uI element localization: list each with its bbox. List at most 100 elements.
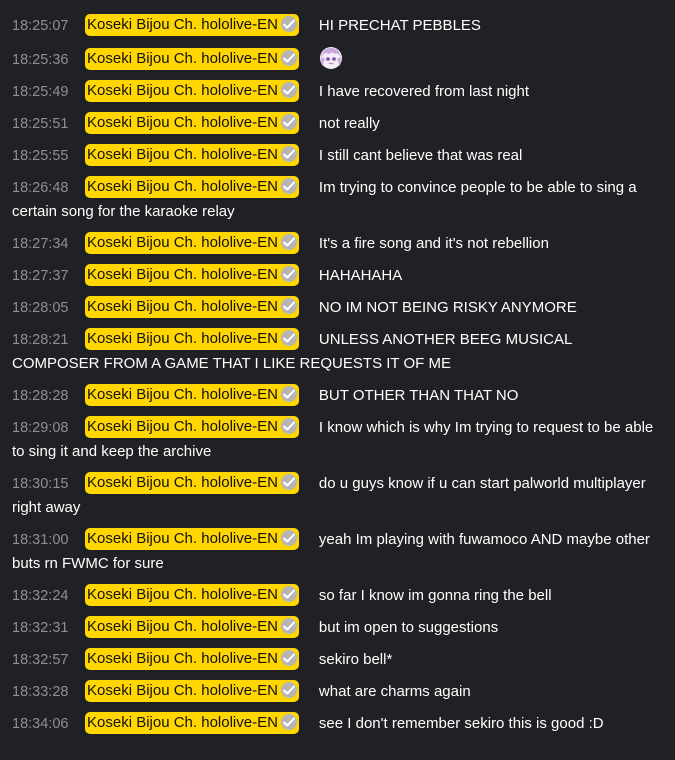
message-text: HAHAHAHA [318, 267, 403, 284]
message-timestamp: 18:31:00 [12, 532, 69, 548]
author-name-label: Koseki Bijou Ch. hololive-EN [87, 650, 278, 667]
chat-message: 18:32:57 Koseki Bijou Ch. hololive-EN seki… [12, 648, 663, 672]
chat-message: 18:27:34 Koseki Bijou Ch. hololive-EN It's… [12, 232, 663, 256]
verified-check-icon [280, 82, 297, 98]
author-name[interactable]: Koseki Bijou Ch. hololive-EN [85, 472, 299, 494]
bijou-face-emote [319, 46, 343, 70]
verified-check-icon [280, 16, 297, 32]
message-text: HI PRECHAT PEBBLES [318, 17, 481, 34]
author-name-label: Koseki Bijou Ch. hololive-EN [87, 474, 278, 491]
message-timestamp: 18:28:28 [12, 388, 69, 404]
verified-check-icon [280, 682, 297, 698]
message-timestamp: 18:29:08 [12, 420, 69, 436]
author-name[interactable]: Koseki Bijou Ch. hololive-EN [85, 296, 299, 318]
author-name[interactable]: Koseki Bijou Ch. hololive-EN [85, 416, 299, 438]
message-timestamp: 18:33:28 [12, 684, 69, 700]
author-name[interactable]: Koseki Bijou Ch. hololive-EN [85, 384, 299, 406]
author-name[interactable]: Koseki Bijou Ch. hololive-EN [85, 712, 299, 734]
author-name-label: Koseki Bijou Ch. hololive-EN [87, 714, 278, 731]
chat-message: 18:27:37 Koseki Bijou Ch. hololive-EN HAHA… [12, 264, 663, 288]
author-name-label: Koseki Bijou Ch. hololive-EN [87, 586, 278, 603]
chat-message: 18:29:08 Koseki Bijou Ch. hololive-EN I kn… [12, 416, 663, 464]
chat-message: 18:28:05 Koseki Bijou Ch. hololive-EN NO I… [12, 296, 663, 320]
author-name-label: Koseki Bijou Ch. hololive-EN [87, 114, 278, 131]
chat-message: 18:34:06 Koseki Bijou Ch. hololive-EN see … [12, 712, 663, 736]
author-name[interactable]: Koseki Bijou Ch. hololive-EN [85, 264, 299, 286]
author-name[interactable]: Koseki Bijou Ch. hololive-EN [85, 328, 299, 350]
author-name-label: Koseki Bijou Ch. hololive-EN [87, 298, 278, 315]
chat-message: 18:25:36 Koseki Bijou Ch. hololive-EN [12, 46, 663, 72]
message-timestamp: 18:26:48 [12, 180, 69, 196]
chat-message: 18:32:31 Koseki Bijou Ch. hololive-EN but … [12, 616, 663, 640]
author-name-label: Koseki Bijou Ch. hololive-EN [87, 146, 278, 163]
author-name[interactable]: Koseki Bijou Ch. hololive-EN [85, 48, 299, 70]
message-timestamp: 18:27:37 [12, 268, 69, 284]
message-text: I still cant believe that was real [318, 147, 523, 164]
chat-message: 18:25:51 Koseki Bijou Ch. hololive-EN not … [12, 112, 663, 136]
message-timestamp: 18:25:49 [12, 84, 69, 100]
message-timestamp: 18:25:55 [12, 148, 69, 164]
verified-check-icon [280, 50, 297, 66]
chat-message: 18:25:49 Koseki Bijou Ch. hololive-EN I ha… [12, 80, 663, 104]
chat-message: 18:28:28 Koseki Bijou Ch. hololive-EN BUT … [12, 384, 663, 408]
author-name[interactable]: Koseki Bijou Ch. hololive-EN [85, 14, 299, 36]
author-name[interactable]: Koseki Bijou Ch. hololive-EN [85, 528, 299, 550]
chat-log: 18:25:07 Koseki Bijou Ch. hololive-EN HI P… [0, 0, 675, 736]
chat-message: 18:33:28 Koseki Bijou Ch. hololive-EN what… [12, 680, 663, 704]
message-text: so far I know im gonna ring the bell [318, 587, 552, 604]
message-text: It's a fire song and it's not rebellion [318, 235, 549, 252]
message-timestamp: 18:34:06 [12, 716, 69, 732]
verified-check-icon [280, 714, 297, 730]
author-name-label: Koseki Bijou Ch. hololive-EN [87, 234, 278, 251]
message-timestamp: 18:30:15 [12, 476, 69, 492]
author-name-label: Koseki Bijou Ch. hololive-EN [87, 266, 278, 283]
author-name[interactable]: Koseki Bijou Ch. hololive-EN [85, 112, 299, 134]
verified-check-icon [280, 298, 297, 314]
author-name[interactable]: Koseki Bijou Ch. hololive-EN [85, 80, 299, 102]
chat-message: 18:28:21 Koseki Bijou Ch. hololive-EN UNLE… [12, 328, 663, 376]
message-timestamp: 18:25:36 [12, 52, 69, 68]
message-text: see I don't remember sekiro this is good… [318, 715, 604, 732]
verified-check-icon [280, 114, 297, 130]
author-name[interactable]: Koseki Bijou Ch. hololive-EN [85, 144, 299, 166]
message-timestamp: 18:25:07 [12, 18, 69, 34]
author-name-label: Koseki Bijou Ch. hololive-EN [87, 50, 278, 67]
verified-check-icon [280, 650, 297, 666]
verified-check-icon [280, 418, 297, 434]
author-name-label: Koseki Bijou Ch. hololive-EN [87, 682, 278, 699]
author-name[interactable]: Koseki Bijou Ch. hololive-EN [85, 176, 299, 198]
message-timestamp: 18:32:57 [12, 652, 69, 668]
verified-check-icon [280, 330, 297, 346]
author-name-label: Koseki Bijou Ch. hololive-EN [87, 386, 278, 403]
message-text: not really [318, 115, 380, 132]
verified-check-icon [280, 474, 297, 490]
message-timestamp: 18:32:31 [12, 620, 69, 636]
message-text [319, 47, 343, 69]
author-name-label: Koseki Bijou Ch. hololive-EN [87, 16, 278, 33]
verified-check-icon [280, 530, 297, 546]
message-timestamp: 18:27:34 [12, 236, 69, 252]
message-text: what are charms again [318, 683, 471, 700]
author-name-label: Koseki Bijou Ch. hololive-EN [87, 82, 278, 99]
verified-check-icon [280, 178, 297, 194]
author-name[interactable]: Koseki Bijou Ch. hololive-EN [85, 648, 299, 670]
message-text: but im open to suggestions [318, 619, 499, 636]
verified-check-icon [280, 234, 297, 250]
chat-message: 18:31:00 Koseki Bijou Ch. hololive-EN yeah… [12, 528, 663, 576]
author-name-label: Koseki Bijou Ch. hololive-EN [87, 178, 278, 195]
author-name[interactable]: Koseki Bijou Ch. hololive-EN [85, 616, 299, 638]
chat-message: 18:26:48 Koseki Bijou Ch. hololive-EN Im t… [12, 176, 663, 224]
message-text: BUT OTHER THAN THAT NO [318, 387, 519, 404]
message-timestamp: 18:25:51 [12, 116, 69, 132]
chat-message: 18:25:55 Koseki Bijou Ch. hololive-EN I st… [12, 144, 663, 168]
author-name-label: Koseki Bijou Ch. hololive-EN [87, 330, 278, 347]
author-name[interactable]: Koseki Bijou Ch. hololive-EN [85, 232, 299, 254]
verified-check-icon [280, 618, 297, 634]
author-name-label: Koseki Bijou Ch. hololive-EN [87, 530, 278, 547]
author-name[interactable]: Koseki Bijou Ch. hololive-EN [85, 680, 299, 702]
author-name-label: Koseki Bijou Ch. hololive-EN [87, 418, 278, 435]
author-name[interactable]: Koseki Bijou Ch. hololive-EN [85, 584, 299, 606]
verified-check-icon [280, 266, 297, 282]
message-text: NO IM NOT BEING RISKY ANYMORE [318, 299, 577, 316]
verified-check-icon [280, 386, 297, 402]
